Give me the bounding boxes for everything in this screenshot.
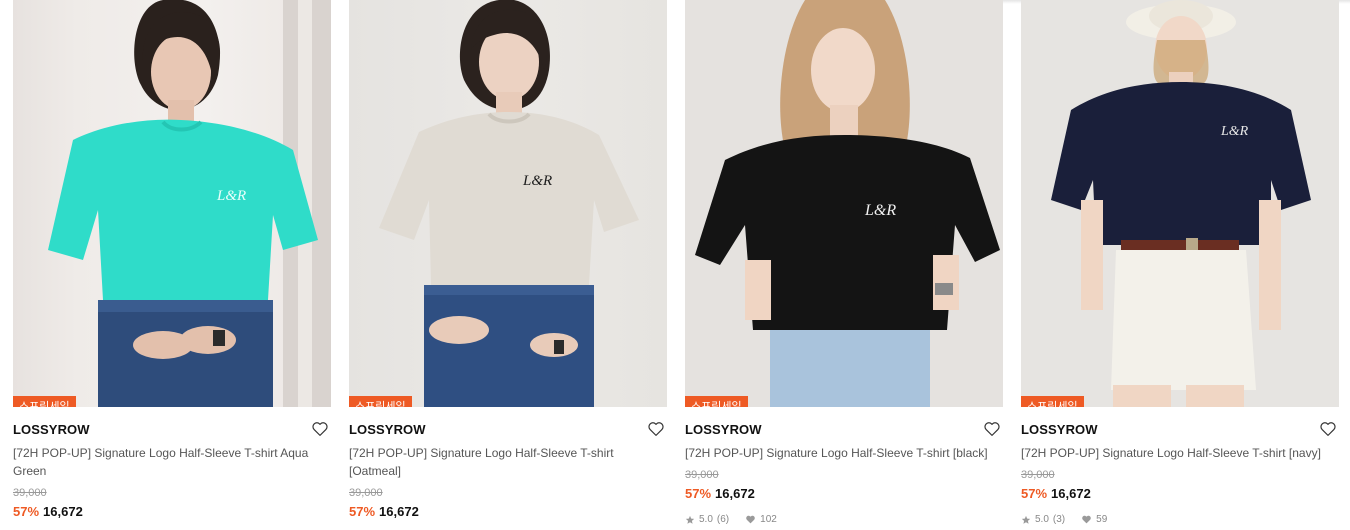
brand-row: LOSSYROW xyxy=(13,420,331,440)
product-card[interactable]: L&R 스프링세일 LOSSYROW [72H POP-UP] Signatur… xyxy=(1021,0,1339,530)
original-price: 39,000 xyxy=(685,469,719,481)
like-count: 59 xyxy=(1096,514,1108,525)
discount-rate: 57% xyxy=(13,504,40,519)
price-row: 57% 16,672 xyxy=(13,504,83,519)
original-price: 39,000 xyxy=(13,487,47,499)
rating-value: 5.0 xyxy=(1035,514,1049,525)
product-title[interactable]: [72H POP-UP] Signature Logo Half-Sleeve … xyxy=(349,444,661,480)
heart-filled-icon xyxy=(746,515,755,524)
svg-text:L&R: L&R xyxy=(216,188,246,204)
product-meta: 5.0 (3) 59 xyxy=(1021,514,1107,525)
product-card[interactable]: L&R 스프링세일 LOSSYROW [72H POP-UP] Signatur… xyxy=(13,0,331,530)
sale-badge: 스프링세일 xyxy=(13,396,76,407)
discount-rate: 57% xyxy=(1021,486,1048,501)
price-row: 57% 16,672 xyxy=(349,504,419,519)
price-row: 57% 16,672 xyxy=(1021,486,1091,501)
product-grid: L&R 스프링세일 LOSSYROW [72H POP-UP] Signatur… xyxy=(13,0,1339,530)
sale-badge: 스프링세일 xyxy=(349,396,412,407)
heart-filled-icon xyxy=(1082,515,1091,524)
like-count: 102 xyxy=(760,514,777,525)
brand-row: LOSSYROW xyxy=(685,420,1003,440)
product-title[interactable]: [72H POP-UP] Signature Logo Half-Sleeve … xyxy=(1021,444,1333,462)
sale-badge: 스프링세일 xyxy=(1021,396,1084,407)
price-row: 57% 16,672 xyxy=(685,486,755,501)
product-thumbnail[interactable]: L&R 스프링세일 xyxy=(13,0,331,407)
star-icon xyxy=(685,515,695,524)
svg-text:L&R: L&R xyxy=(522,173,552,189)
brand-name[interactable]: LOSSYROW xyxy=(349,422,426,437)
brand-name[interactable]: LOSSYROW xyxy=(1021,422,1098,437)
sale-badge: 스프링세일 xyxy=(685,396,748,407)
sale-price: 16,672 xyxy=(43,504,83,519)
svg-text:L&R: L&R xyxy=(1220,124,1249,139)
product-title[interactable]: [72H POP-UP] Signature Logo Half-Sleeve … xyxy=(13,444,325,480)
product-thumbnail[interactable]: L&R 스프링세일 xyxy=(1021,0,1339,407)
discount-rate: 57% xyxy=(349,504,376,519)
review-count: (6) xyxy=(716,514,730,525)
brand-row: LOSSYROW xyxy=(1021,420,1339,440)
rating-value: 5.0 xyxy=(699,514,713,525)
heart-outline-icon[interactable] xyxy=(311,420,329,438)
sale-price: 16,672 xyxy=(379,504,419,519)
product-photo[interactable]: L&R xyxy=(1021,0,1339,407)
sale-price: 16,672 xyxy=(715,486,755,501)
original-price: 39,000 xyxy=(1021,469,1055,481)
brand-name[interactable]: LOSSYROW xyxy=(685,422,762,437)
brand-row: LOSSYROW xyxy=(349,420,667,440)
discount-rate: 57% xyxy=(685,486,712,501)
brand-name[interactable]: LOSSYROW xyxy=(13,422,90,437)
review-count: (3) xyxy=(1052,514,1066,525)
product-title[interactable]: [72H POP-UP] Signature Logo Half-Sleeve … xyxy=(685,444,997,462)
product-photo[interactable]: L&R xyxy=(685,0,1003,407)
original-price: 39,000 xyxy=(349,487,383,499)
product-card[interactable]: L&R 스프링세일 LOSSYROW [72H POP-UP] Signatur… xyxy=(349,0,667,530)
star-icon xyxy=(1021,515,1031,524)
heart-outline-icon[interactable] xyxy=(1319,420,1337,438)
product-photo[interactable]: L&R xyxy=(349,0,667,407)
product-photo[interactable]: L&R xyxy=(13,0,331,407)
product-card[interactable]: L&R 스프링세일 LOSSYROW [72H POP-UP] Signatur… xyxy=(685,0,1003,530)
sale-price: 16,672 xyxy=(1051,486,1091,501)
heart-outline-icon[interactable] xyxy=(983,420,1001,438)
product-meta: 5.0 (6) 102 xyxy=(685,514,777,525)
product-thumbnail[interactable]: L&R 스프링세일 xyxy=(349,0,667,407)
product-thumbnail[interactable]: L&R 스프링세일 xyxy=(685,0,1003,407)
heart-outline-icon[interactable] xyxy=(647,420,665,438)
svg-text:L&R: L&R xyxy=(864,202,896,219)
